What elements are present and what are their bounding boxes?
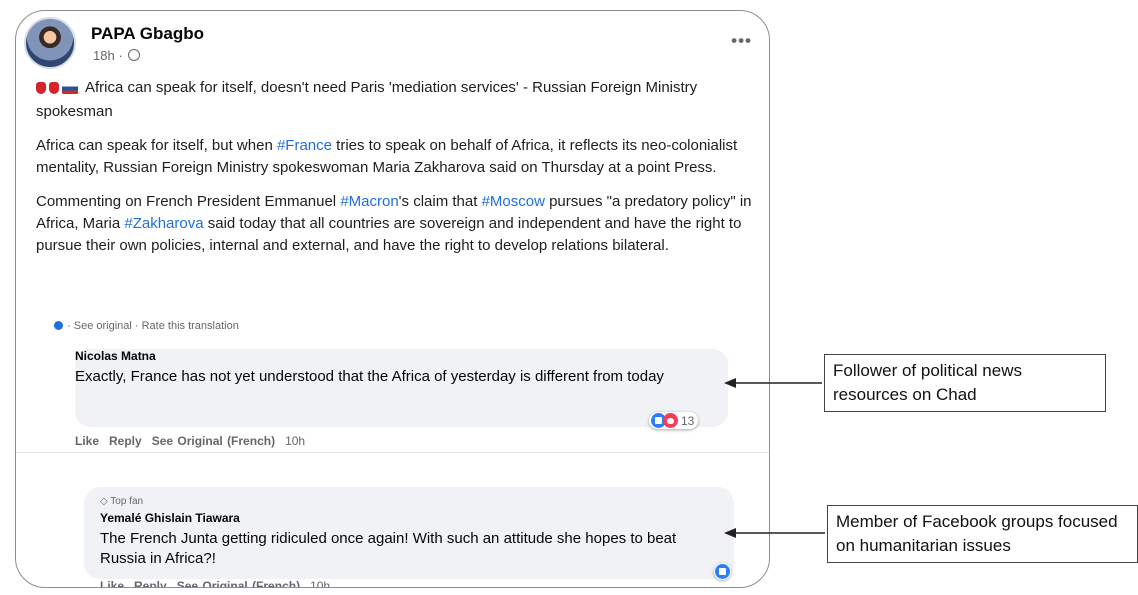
arrow-head-1 <box>724 378 736 388</box>
annotation-box: Member of Facebook groups focused on hum… <box>827 505 1138 563</box>
arrow-head-2 <box>724 528 736 538</box>
annotation-box: Follower of political news resources on … <box>824 354 1106 412</box>
